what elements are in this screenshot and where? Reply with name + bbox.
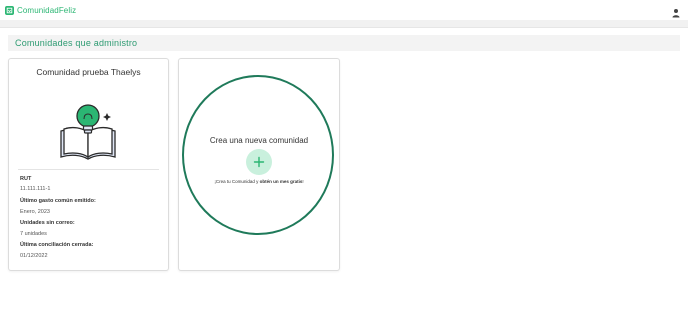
plus-icon [253, 156, 265, 168]
community-card[interactable]: Comunidad prueba Thaelys RUT 11.111.111-… [8, 58, 169, 271]
create-subtitle-suffix: ! [302, 179, 304, 184]
field-label: Última conciliación cerrada: [20, 242, 94, 248]
create-community-button[interactable] [246, 149, 272, 175]
secondary-bar [0, 20, 688, 28]
field-value: 11.111.111-1 [20, 186, 51, 192]
logo-text: ComunidadFeliz [17, 5, 77, 15]
section-title: Comunidades que administro [15, 38, 138, 48]
create-subtitle: ¡Crea tu Comunidad y obtén un mes gratis… [179, 179, 339, 184]
card-divider [18, 169, 159, 170]
logo-icon [5, 5, 14, 15]
section-header: Comunidades que administro [8, 35, 680, 51]
community-title: Comunidad prueba Thaelys [36, 67, 141, 77]
user-icon[interactable] [671, 5, 681, 18]
create-subtitle-prefix: ¡Crea tu Comunidad y [214, 179, 260, 184]
top-navbar: ComunidadFeliz [0, 0, 688, 21]
create-community-card[interactable]: Crea una nueva comunidad ¡Crea tu Comuni… [178, 58, 340, 271]
field-value: 7 unidades [20, 231, 47, 237]
create-title: Crea una nueva comunidad [209, 136, 309, 145]
book-lightbulb-icon [55, 101, 121, 165]
create-subtitle-bold: obtén un mes gratis [259, 179, 303, 184]
app-logo[interactable]: ComunidadFeliz [5, 4, 76, 16]
field-label: RUT [20, 176, 32, 182]
field-label: Unidades sin correo: [20, 220, 75, 226]
field-value: Enero, 2023 [20, 209, 50, 215]
field-label: Último gasto común emitido: [20, 198, 96, 204]
field-value: 01/12/2022 [20, 253, 48, 259]
